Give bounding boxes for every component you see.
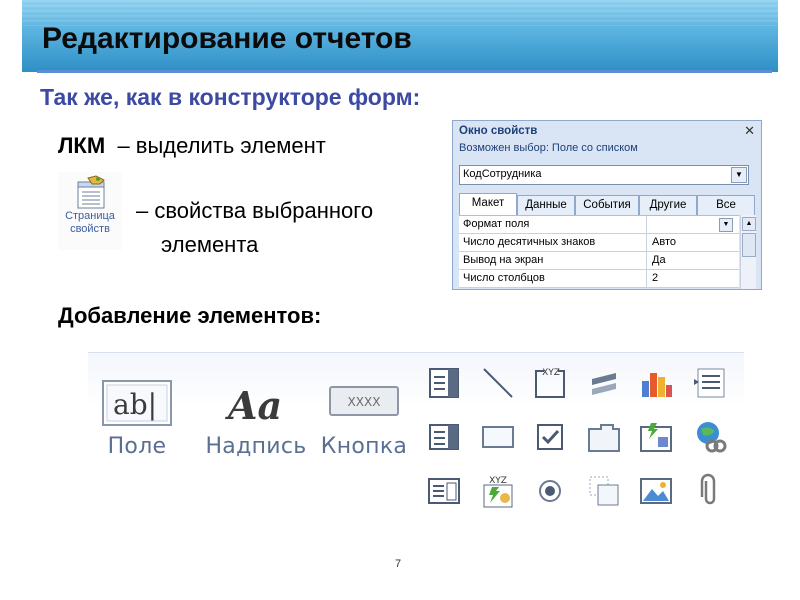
lkm-line: ЛКМ – выделить элемент [58,133,326,159]
tab-all[interactable]: Все [697,195,755,215]
label-icon-text: Aa [225,383,282,428]
group-box-icon[interactable]: XYZ [532,365,568,401]
toggle-icon[interactable] [586,365,622,401]
subform-icon[interactable] [586,473,622,509]
property-key: Вывод на экран [463,254,544,266]
property-row[interactable]: Формат поля ▼ [459,216,739,234]
property-row[interactable]: Число десятичных знаков Авто [459,234,739,252]
property-key: Формат поля [463,218,530,230]
props-text-line1: – свойства выбранного [136,198,374,223]
object-selector-value: КодСотрудника [463,168,542,180]
property-row[interactable]: Число столбцов 2 [459,270,739,288]
close-icon[interactable]: ✕ [744,123,755,139]
title-rule [37,70,772,73]
option-group-icon[interactable]: XYZ [480,473,516,509]
list-icon[interactable] [692,365,728,401]
image-icon[interactable] [638,419,674,455]
chevron-down-icon[interactable]: ▼ [719,218,733,232]
picture-icon[interactable] [638,473,674,509]
slide-title: Редактирование отчетов [42,22,412,55]
textbox-control-button[interactable]: ab| Поле [100,377,174,459]
property-sheet-label-1: Страница [65,210,115,222]
label-control-button[interactable]: Aa Надпись [196,377,316,459]
property-value[interactable]: Да [646,252,739,269]
label-icon: Aa [225,383,282,428]
textbox-control-label: Поле [107,434,167,459]
property-sheet-button[interactable]: Страница свойств [58,172,122,250]
property-row[interactable]: Вывод на экран Да [459,252,739,270]
list-box-icon[interactable] [426,473,462,509]
property-value[interactable]: Авто [646,234,739,251]
tab-data[interactable]: Данные [517,195,575,215]
title-banner: Редактирование отчетов [22,0,778,72]
svg-text:XYZ: XYZ [542,368,560,378]
property-key: Число десятичных знаков [463,236,596,248]
object-selector[interactable]: КодСотрудника ▼ [459,165,749,185]
controls-gallery: ab| Поле Aa Надпись XXXX Кнопка XYZ XYZ [88,352,744,531]
textbox-icon: ab| [102,380,172,426]
textbox-icon-text: ab| [113,388,157,421]
property-sheet-title: Окно свойств [459,125,538,137]
property-tabs: Макет Данные События Другие Все [459,193,755,216]
tab-layout[interactable]: Макет [459,193,517,216]
button-control-label: Кнопка [320,434,408,459]
property-sheet-icon [77,175,105,209]
props-description: – свойства выбранного элемента [136,194,373,262]
tab-events[interactable]: События [575,195,639,215]
attachment-icon[interactable] [692,473,728,509]
tab-control-icon[interactable] [586,419,622,455]
property-scrollbar[interactable]: ▲ [740,215,756,289]
page-number: 7 [395,558,402,570]
selection-type-label: Возможен выбор: Поле со списком [459,142,638,154]
add-elements-heading: Добавление элементов: [58,303,322,328]
chevron-up-icon[interactable]: ▲ [742,217,756,231]
lkm-key: ЛКМ [58,133,106,158]
radio-icon[interactable] [532,473,568,509]
lkm-action: – выделить элемент [117,133,326,158]
property-sheet-window: Окно свойств ✕ Возможен выбор: Поле со с… [452,120,762,290]
hyperlink-icon[interactable] [692,419,728,455]
property-value[interactable]: 2 [646,270,739,287]
chart-icon[interactable] [638,365,674,401]
chevron-down-icon[interactable]: ▼ [731,167,747,183]
label-control-label: Надпись [205,434,307,459]
slide-subtitle: Так же, как в конструкторе форм: [40,84,421,110]
rectangle-icon[interactable] [480,419,516,455]
line-icon[interactable] [480,365,516,401]
scroll-thumb[interactable] [742,233,756,257]
button-icon: XXXX [329,386,399,416]
checkbox-icon[interactable] [532,419,568,455]
tab-other[interactable]: Другие [639,195,697,215]
property-grid: Формат поля ▼ Число десятичных знаков Ав… [459,215,739,288]
button-icon-text: XXXX [348,395,381,409]
combo-icon-2[interactable] [426,419,462,455]
property-key: Число столбцов [463,272,545,284]
combo-box-icon[interactable] [426,365,462,401]
props-text-line2: элемента [161,232,259,257]
button-control-button[interactable]: XXXX Кнопка [316,377,412,459]
property-sheet-label-2: свойств [70,223,110,235]
